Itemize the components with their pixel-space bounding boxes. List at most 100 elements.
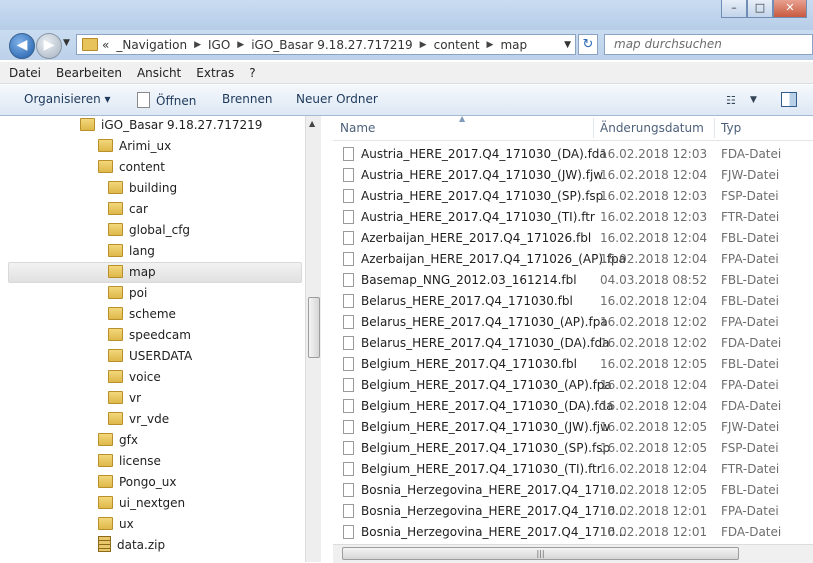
tree-item-global-cfg[interactable]: global_cfg bbox=[108, 220, 190, 241]
file-list: ▲ Name Änderungsdatum Typ Austria_HERE_2… bbox=[333, 116, 813, 562]
tree-item-license[interactable]: license bbox=[98, 451, 161, 472]
file-name: Belgium_HERE_2017.Q4_171030_(JW).fjw bbox=[361, 420, 610, 434]
breadcrumb-igo[interactable]: IGO bbox=[208, 38, 230, 52]
file-type: FDA-Datei bbox=[721, 336, 782, 350]
tree-item-vr[interactable]: vr bbox=[108, 388, 141, 409]
title-bar: – □ ✕ bbox=[0, 0, 813, 30]
file-row[interactable]: Belgium_HERE_2017.Q4_171030_(DA).fda 16.0… bbox=[333, 396, 813, 417]
open-button[interactable]: Öffnen bbox=[137, 92, 196, 108]
tree-item-car[interactable]: car bbox=[108, 199, 148, 220]
minimize-button[interactable]: – bbox=[721, 0, 747, 18]
file-row[interactable]: Austria_HERE_2017.Q4_171030_(JW).fjw 16.0… bbox=[333, 165, 813, 186]
file-list-scrollbar[interactable]: ||| bbox=[333, 544, 813, 563]
breadcrumb-navigation[interactable]: _Navigation bbox=[116, 38, 187, 52]
maximize-button[interactable]: □ bbox=[747, 0, 773, 18]
column-name[interactable]: Name bbox=[340, 121, 375, 135]
close-button[interactable]: ✕ bbox=[773, 0, 807, 18]
file-row[interactable]: Austria_HERE_2017.Q4_171030_(DA).fda 16.0… bbox=[333, 144, 813, 165]
navigation-pane: iGO_Basar 9.18.27.717219 Arimi_ux content b… bbox=[0, 116, 305, 562]
breadcrumb-content[interactable]: content bbox=[434, 38, 480, 52]
column-date[interactable]: Änderungsdatum bbox=[600, 121, 704, 135]
tree-item-speedcam[interactable]: speedcam bbox=[108, 325, 191, 346]
file-row[interactable]: Belarus_HERE_2017.Q4_171030_(AP).fpa 16.0… bbox=[333, 312, 813, 333]
file-name: Azerbaijan_HERE_2017.Q4_171026.fbl bbox=[361, 231, 592, 245]
column-divider[interactable] bbox=[714, 118, 715, 138]
file-row[interactable]: Austria_HERE_2017.Q4_171030_(SP).fsp 16.0… bbox=[333, 186, 813, 207]
search-input[interactable]: map durchsuchen bbox=[604, 34, 813, 55]
preview-pane-icon[interactable] bbox=[781, 92, 797, 107]
file-row[interactable]: Basemap_NNG_2012.03_161214.fbl 04.03.2018… bbox=[333, 270, 813, 291]
menu-view[interactable]: Ansicht bbox=[137, 66, 181, 80]
file-row[interactable]: Azerbaijan_HERE_2017.Q4_171026_(AP).fpa 1… bbox=[333, 249, 813, 270]
tree-item-arimi-ux[interactable]: Arimi_ux bbox=[98, 136, 171, 157]
folder-icon bbox=[108, 349, 123, 362]
file-row[interactable]: Belarus_HERE_2017.Q4_171030_(DA).fda 16.0… bbox=[333, 333, 813, 354]
tree-item-pongo-ux[interactable]: Pongo_ux bbox=[98, 472, 176, 493]
breadcrumb-overflow[interactable]: « bbox=[102, 38, 109, 52]
breadcrumb-separator-icon[interactable]: ▶ bbox=[237, 40, 244, 50]
tree-item-voice[interactable]: voice bbox=[108, 367, 161, 388]
back-button[interactable]: ◀ bbox=[9, 33, 35, 59]
navigation-pane-scrollbar[interactable]: ▲ bbox=[305, 116, 322, 562]
tree-item-lang[interactable]: lang bbox=[108, 241, 155, 262]
organize-button[interactable]: Organisieren ▾ bbox=[24, 92, 111, 106]
scroll-up-icon[interactable]: ▲ bbox=[309, 119, 315, 128]
breadcrumb-separator-icon[interactable]: ▶ bbox=[487, 40, 494, 50]
file-row[interactable]: Bosnia_Herzegovina_HERE_2017.Q4_1710... 1… bbox=[333, 501, 813, 522]
tree-item-scheme[interactable]: scheme bbox=[108, 304, 176, 325]
folder-icon bbox=[98, 496, 113, 509]
file-row[interactable]: Bosnia_Herzegovina_HERE_2017.Q4_1710... 1… bbox=[333, 522, 813, 543]
file-type: FSP-Datei bbox=[721, 189, 779, 203]
forward-button[interactable]: ▶ bbox=[36, 33, 62, 59]
file-date: 16.02.2018 12:03 bbox=[600, 189, 708, 203]
refresh-button[interactable]: ↻ bbox=[578, 34, 598, 55]
menu-edit[interactable]: Bearbeiten bbox=[56, 66, 122, 80]
tree-item-userdata[interactable]: USERDATA bbox=[108, 346, 192, 367]
view-dropdown-icon[interactable]: ▼ bbox=[750, 95, 757, 105]
tree-item-data-zip[interactable]: data.zip bbox=[98, 535, 165, 556]
file-row[interactable]: Belgium_HERE_2017.Q4_171030_(AP).fpa 16.0… bbox=[333, 375, 813, 396]
breadcrumb-separator-icon[interactable]: ▶ bbox=[420, 40, 427, 50]
file-row[interactable]: Austria_HERE_2017.Q4_171030_(TI).ftr 16.0… bbox=[333, 207, 813, 228]
address-dropdown-icon[interactable]: ▼ bbox=[564, 40, 571, 50]
folder-icon bbox=[98, 475, 113, 488]
address-bar[interactable]: « _Navigation ▶ IGO ▶ iGO_Basar 9.18.27.… bbox=[76, 34, 576, 55]
file-icon bbox=[343, 357, 354, 371]
menu-tools[interactable]: Extras bbox=[196, 66, 234, 80]
view-options-icon[interactable]: ☷ bbox=[726, 94, 736, 107]
file-row[interactable]: Belgium_HERE_2017.Q4_171030_(TI).ftr 16.0… bbox=[333, 459, 813, 480]
history-dropdown-icon[interactable]: ▼ bbox=[63, 38, 70, 48]
tree-item-content[interactable]: content bbox=[98, 157, 165, 178]
column-divider[interactable] bbox=[593, 118, 594, 138]
file-row[interactable]: Bosnia_Herzegovina_HERE_2017.Q4_1710... 1… bbox=[333, 480, 813, 501]
tree-item-label: speedcam bbox=[129, 328, 191, 342]
file-row[interactable]: Belgium_HERE_2017.Q4_171030.fbl 16.02.201… bbox=[333, 354, 813, 375]
file-row[interactable]: Azerbaijan_HERE_2017.Q4_171026.fbl 16.02.… bbox=[333, 228, 813, 249]
file-icon bbox=[343, 378, 354, 392]
pane-splitter[interactable] bbox=[321, 116, 333, 562]
scrollbar-thumb[interactable] bbox=[308, 297, 320, 358]
menu-file[interactable]: Datei bbox=[9, 66, 41, 80]
column-type[interactable]: Typ bbox=[721, 121, 741, 135]
tree-item-ui-nextgen[interactable]: ui_nextgen bbox=[98, 493, 185, 514]
breadcrumb-map[interactable]: map bbox=[500, 38, 527, 52]
file-row[interactable]: Belgium_HERE_2017.Q4_171030_(SP).fsp 16.0… bbox=[333, 438, 813, 459]
breadcrumb-separator-icon[interactable]: ▶ bbox=[194, 40, 201, 50]
tree-item-map[interactable]: map bbox=[108, 262, 156, 283]
file-row[interactable]: Belgium_HERE_2017.Q4_171030_(JW).fjw 16.0… bbox=[333, 417, 813, 438]
breadcrumb-igo-basar[interactable]: iGO_Basar 9.18.27.717219 bbox=[251, 38, 412, 52]
new-folder-button[interactable]: Neuer Ordner bbox=[296, 92, 378, 106]
file-type: FPA-Datei bbox=[721, 252, 779, 266]
burn-button[interactable]: Brennen bbox=[222, 92, 272, 106]
tree-item-building[interactable]: building bbox=[108, 178, 177, 199]
tree-item-vr-vde[interactable]: vr_vde bbox=[108, 409, 169, 430]
file-row[interactable]: Belarus_HERE_2017.Q4_171030.fbl 16.02.201… bbox=[333, 291, 813, 312]
menu-help[interactable]: ? bbox=[249, 66, 255, 80]
file-date: 16.02.2018 12:04 bbox=[600, 231, 708, 245]
tree-item-ux[interactable]: ux bbox=[98, 514, 134, 535]
tree-item-gfx[interactable]: gfx bbox=[98, 430, 138, 451]
scrollbar-thumb[interactable]: ||| bbox=[342, 547, 739, 560]
tree-item-igo-basar-9-18-27-717219[interactable]: iGO_Basar 9.18.27.717219 bbox=[80, 116, 262, 136]
tree-item-poi[interactable]: poi bbox=[108, 283, 147, 304]
sort-ascending-icon: ▲ bbox=[459, 116, 466, 123]
